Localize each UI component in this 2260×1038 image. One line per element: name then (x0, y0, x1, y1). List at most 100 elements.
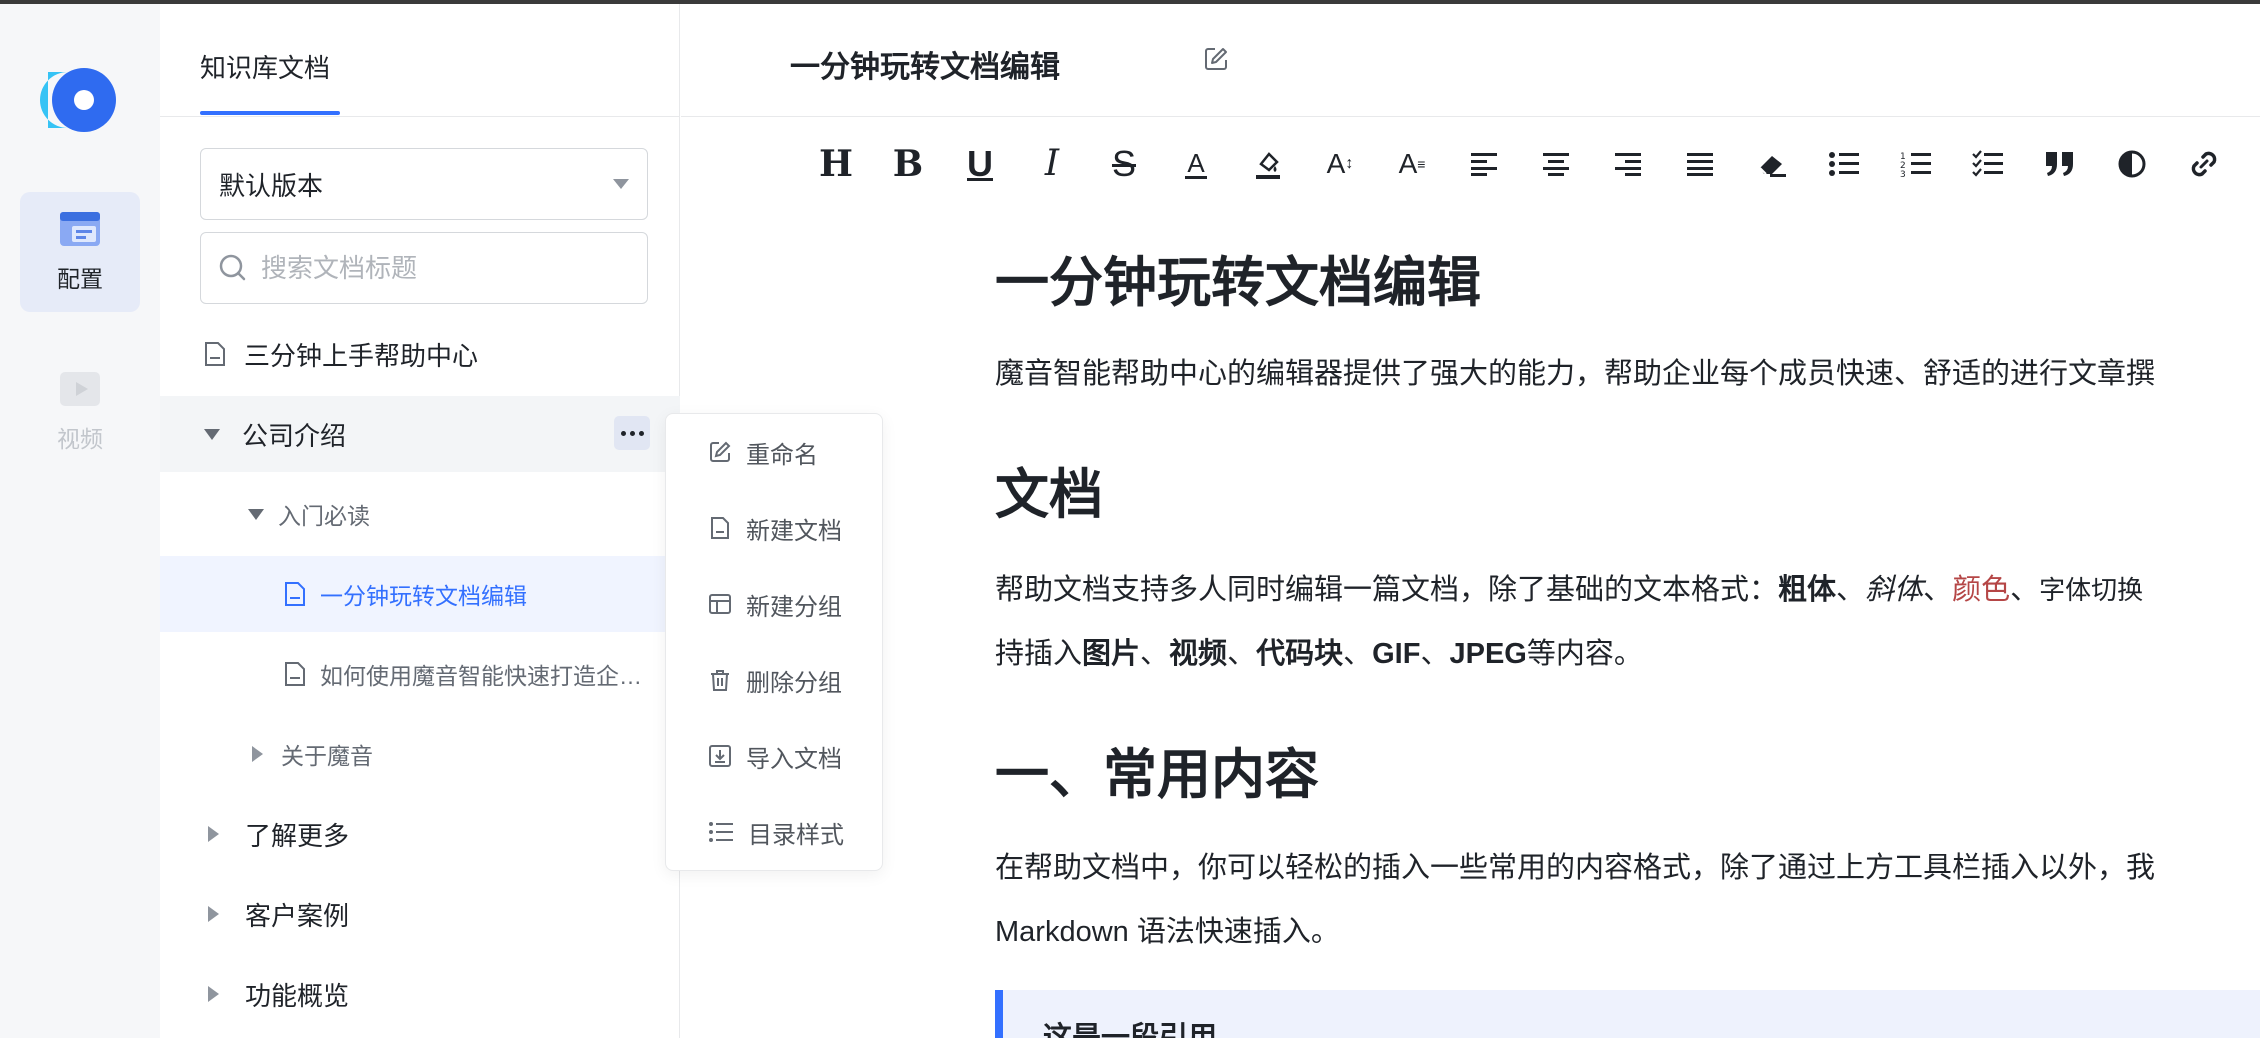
tab-knowledge-docs[interactable]: 知识库文档 (200, 48, 330, 85)
heading-button[interactable]: H (800, 136, 872, 192)
nav-item-config[interactable]: 配置 (20, 192, 140, 312)
font-family-lines-icon: ≡ (1417, 156, 1426, 172)
menu-item-new-group[interactable]: 新建分组 (666, 566, 884, 642)
section-paragraph: 在帮助文档中，你可以轻松的插入一些常用的内容格式，除了通过上方工具栏插入以外，我 (995, 852, 2156, 884)
bold-button[interactable]: B (872, 136, 944, 192)
bold-icon: B (892, 143, 924, 185)
bold-text: 代码块 (1256, 638, 1344, 670)
italic-text: 斜体 (1865, 574, 1924, 606)
font-size-button[interactable]: A ↕ (1304, 136, 1376, 192)
version-select-value: 默认版本 (219, 170, 324, 201)
strikethrough-icon: S (1111, 143, 1136, 184)
align-left-icon (1471, 153, 1497, 176)
heading-icon: H (818, 143, 853, 185)
collapse-arrow-icon[interactable] (252, 746, 263, 762)
section-paragraph: 帮助文档支持多人同时编辑一篇文档，除了基础的文本格式：粗体、斜体、颜色、字体切换 (995, 566, 2143, 608)
font-color-button[interactable]: A (1160, 136, 1232, 192)
ordered-list-icon: 123 (1900, 152, 1931, 178)
font-family-button[interactable]: A ≡ (1376, 136, 1448, 192)
rename-icon (710, 441, 731, 462)
bold-text: GIF (1372, 638, 1421, 670)
tree-item-group[interactable]: 关于魔音 (160, 716, 680, 792)
menu-item-label: 新建分组 (746, 593, 842, 621)
link-icon (2191, 151, 2217, 177)
menu-item-label: 重命名 (746, 441, 818, 469)
align-left-button[interactable] (1448, 136, 1520, 192)
tree-item-label: 一分钟玩转文档编辑 (320, 583, 527, 609)
bold-text: 视频 (1169, 638, 1228, 670)
ordered-list-button[interactable]: 123 (1880, 136, 1952, 192)
separator: 、 (1836, 574, 1866, 606)
tree-item-label: 了解更多 (245, 820, 350, 851)
italic-button[interactable]: I (1016, 136, 1088, 192)
blockquote-text: 这是一段引用 (1043, 1022, 1218, 1038)
edit-title-icon[interactable] (1203, 46, 1229, 72)
menu-item-rename[interactable]: 重命名 (666, 414, 884, 490)
expand-arrow-icon[interactable] (204, 428, 220, 440)
tree-item-group[interactable]: 客户案例 (160, 876, 680, 952)
highlight-button[interactable] (1232, 136, 1304, 192)
task-list-button[interactable] (1952, 136, 2024, 192)
collapse-arrow-icon[interactable] (208, 826, 219, 842)
underline-button[interactable]: U (944, 136, 1016, 192)
intro-paragraph: 魔音智能帮助中心的编辑器提供了强大的能力，帮助企业每个成员快速、舒适的进行文章撰 (995, 358, 2156, 390)
separator: 、 (1343, 638, 1373, 670)
expand-arrow-icon[interactable] (248, 508, 264, 520)
menu-item-delete-group[interactable]: 删除分组 (666, 642, 884, 718)
highlight-icon (1256, 152, 1280, 179)
font-switch-text: 字体切换 (2039, 576, 2144, 606)
separator: 、 (1923, 574, 1953, 606)
video-icon (60, 372, 100, 406)
list-icon (709, 822, 733, 842)
quote-button[interactable] (2024, 136, 2096, 192)
document-heading: 一分钟玩转文档编辑 (995, 253, 1481, 313)
nav-item-video[interactable]: 视频 (20, 352, 140, 472)
tree-item-group[interactable]: 了解更多 (160, 796, 680, 872)
menu-item-label: 导入文档 (746, 745, 842, 773)
more-actions-button[interactable] (614, 416, 650, 450)
separator: 、 (1140, 638, 1170, 670)
dropdown-caret-icon (613, 179, 629, 189)
align-center-icon (1543, 153, 1569, 176)
document-icon (285, 662, 305, 686)
bullet-list-button[interactable] (1808, 136, 1880, 192)
strikethrough-button[interactable]: S (1088, 136, 1160, 192)
align-right-button[interactable] (1592, 136, 1664, 192)
paragraph-text: 等内容。 (1526, 638, 1643, 670)
tree-item-doc-selected[interactable]: 一分钟玩转文档编辑 (160, 556, 680, 632)
tree-item-label: 如何使用魔音智能快速打造企业帮助中心 (320, 663, 656, 689)
tree-item-group[interactable]: 功能概览 (160, 956, 680, 1032)
clear-format-button[interactable] (1736, 136, 1808, 192)
link-button[interactable] (2168, 136, 2240, 192)
tree-item-label: 关于魔音 (281, 743, 373, 769)
search-box[interactable] (200, 232, 648, 304)
tree-item-doc[interactable]: 三分钟上手帮助中心 (160, 316, 680, 392)
document-icon (205, 342, 225, 366)
trash-icon (711, 670, 729, 691)
search-input[interactable] (261, 252, 621, 284)
divider (160, 116, 680, 117)
align-justify-button[interactable] (1664, 136, 1736, 192)
contrast-button[interactable] (2096, 136, 2168, 192)
separator: 、 (1420, 638, 1450, 670)
document-icon (285, 582, 305, 606)
tree-item-group[interactable]: 公司介绍 (160, 396, 680, 472)
section-heading: 文档 (995, 465, 1103, 525)
collapse-arrow-icon[interactable] (208, 986, 219, 1002)
menu-item-new-doc[interactable]: 新建文档 (666, 490, 884, 566)
paragraph-text: 持插入 (995, 638, 1083, 670)
menu-item-import-doc[interactable]: 导入文档 (666, 718, 884, 794)
align-center-button[interactable] (1520, 136, 1592, 192)
new-group-icon (709, 594, 731, 614)
version-select[interactable]: 默认版本 (200, 148, 648, 220)
checklist-icon (1972, 150, 2003, 177)
search-icon (219, 254, 246, 281)
tree-item-doc[interactable]: 如何使用魔音智能快速打造企业帮助中心 (160, 636, 680, 712)
collapse-arrow-icon[interactable] (208, 906, 219, 922)
tree-item-label: 公司介绍 (242, 420, 347, 451)
nav-item-label: 视频 (57, 426, 103, 452)
menu-item-toc-style[interactable]: 目录样式 (666, 794, 884, 870)
tree-item-group[interactable]: 入门必读 (160, 476, 680, 552)
svg-text:3: 3 (1900, 170, 1906, 178)
font-size-icon: A (1326, 148, 1346, 179)
